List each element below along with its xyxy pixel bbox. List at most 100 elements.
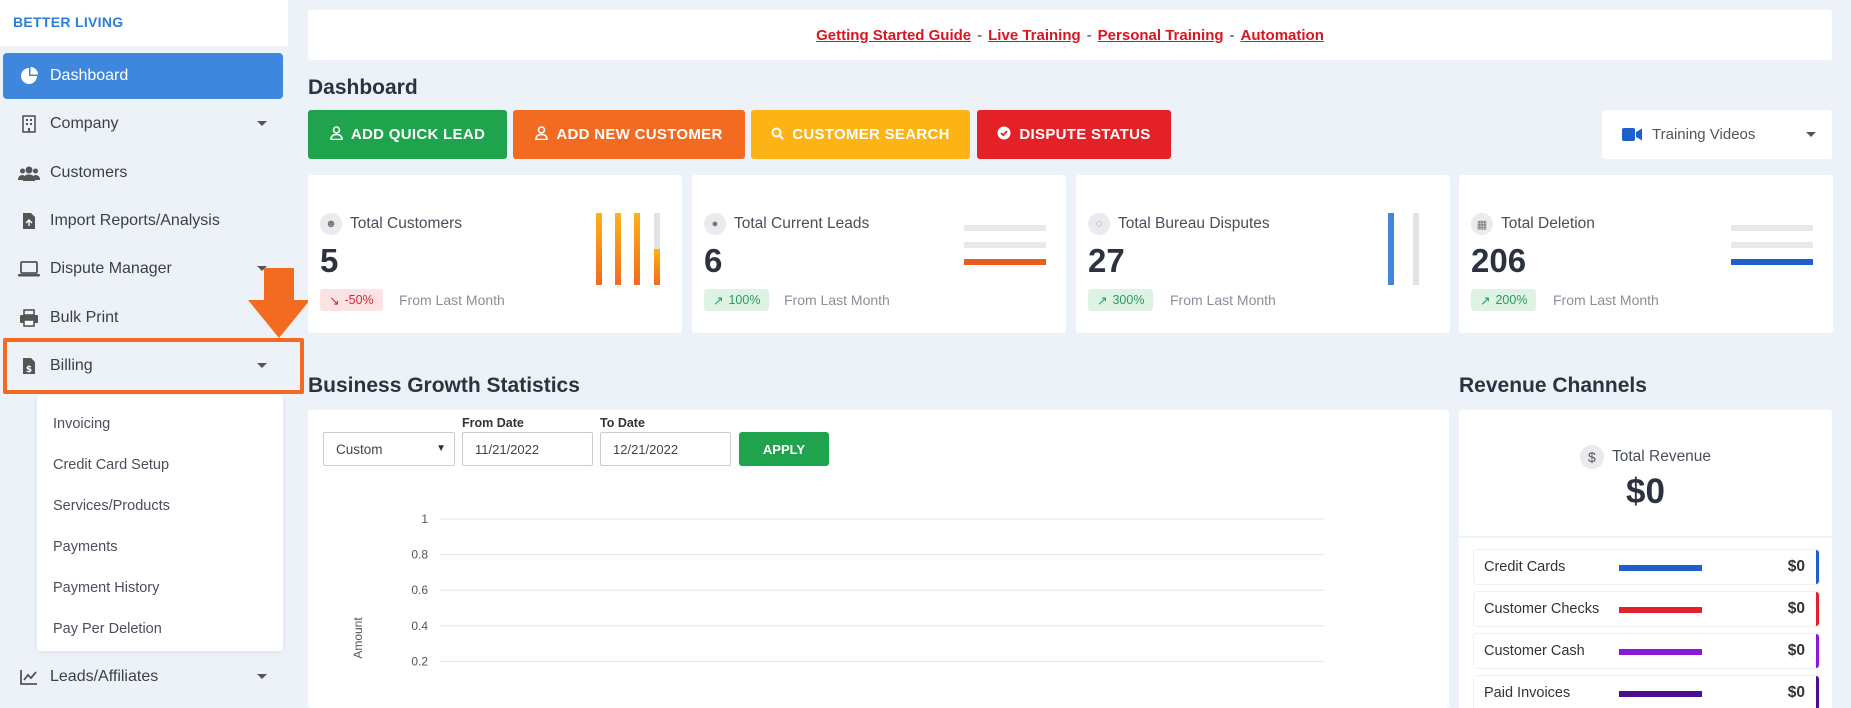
- button-label: ADD NEW CUSTOMER: [556, 126, 723, 143]
- channel-paid-invoices: Paid Invoices $0: [1474, 676, 1819, 708]
- apply-button[interactable]: APPLY: [739, 432, 829, 466]
- sidebar-item-label: Dashboard: [50, 67, 129, 84]
- period-select[interactable]: Custom ▼: [323, 432, 455, 466]
- automation-link[interactable]: Automation: [1241, 27, 1324, 44]
- card-label-row: ▦ Total Deletion: [1471, 213, 1595, 235]
- channel-credit-cards: Credit Cards $0: [1474, 550, 1819, 584]
- sidebar-item-label: Company: [50, 115, 119, 132]
- button-label: ADD QUICK LEAD: [350, 126, 486, 143]
- channel-accent: [1816, 550, 1819, 584]
- trend-value: 300%: [1112, 293, 1145, 307]
- trend-badge: ↗ 300%: [1088, 289, 1154, 311]
- search-icon: [771, 127, 784, 143]
- total-revenue-panel: $ Total Revenue $0: [1459, 410, 1832, 536]
- y-tick-label: 0.4: [411, 619, 428, 633]
- submenu-item-services-products[interactable]: Services/Products: [37, 485, 283, 526]
- customer-search-button[interactable]: CUSTOMER SEARCH: [751, 110, 970, 159]
- file-import-icon: [18, 210, 40, 232]
- trend-caption: From Last Month: [399, 292, 505, 308]
- mini-bar-chart: [596, 213, 660, 285]
- sidebar-item-leads-affiliates[interactable]: Leads/Affiliates: [3, 654, 283, 700]
- submenu-item-payments[interactable]: Payments: [37, 526, 283, 567]
- card-label-row: ● Total Current Leads: [704, 213, 869, 235]
- link-separator: -: [1229, 26, 1235, 44]
- channel-name: Customer Checks: [1484, 601, 1600, 617]
- check-circle-icon: [997, 126, 1011, 143]
- channel-customer-cash: Customer Cash $0: [1474, 634, 1819, 668]
- card-label: Total Bureau Disputes: [1118, 215, 1270, 232]
- button-label: DISPUTE STATUS: [1019, 126, 1151, 143]
- trend-caption: From Last Month: [1553, 292, 1659, 308]
- card-value: 27: [1088, 242, 1125, 279]
- to-date-input[interactable]: 12/21/2022: [600, 432, 731, 466]
- button-label: CUSTOMER SEARCH: [792, 126, 950, 143]
- users-icon: ●: [704, 213, 726, 235]
- channel-name: Credit Cards: [1484, 559, 1566, 575]
- users-icon: [18, 162, 40, 184]
- mini-bar-chart: [1388, 213, 1419, 285]
- comments-icon: ◌: [1088, 213, 1110, 235]
- triangle-down-icon: ▼: [436, 443, 446, 454]
- down-arrow-icon: [248, 268, 310, 338]
- channel-bar: [1619, 691, 1702, 697]
- trend-badge: ↘ -50%: [320, 289, 383, 311]
- sidebar-item-label: Bulk Print: [50, 309, 119, 326]
- chevron-down-icon: [257, 121, 267, 126]
- laptop-icon: [18, 258, 40, 280]
- sidebar-item-company[interactable]: Company: [3, 101, 283, 147]
- sidebar: BETTER LIVING Dashboard Company Customer…: [0, 0, 304, 708]
- chevron-down-icon: [1806, 132, 1816, 137]
- y-tick-label: 0.6: [411, 583, 428, 597]
- stat-card-total-bureau-disputes: ◌ Total Bureau Disputes 27 ↗ 300% From L…: [1076, 175, 1450, 333]
- user-icon: [535, 126, 549, 143]
- channel-amount: $0: [1787, 642, 1805, 659]
- trend-icon: ↗: [713, 293, 724, 308]
- channel-bar: [1619, 607, 1702, 613]
- personal-training-link[interactable]: Personal Training: [1098, 27, 1224, 44]
- trash-icon: ▦: [1471, 213, 1493, 235]
- sidebar-item-import-reports[interactable]: Import Reports/Analysis: [3, 198, 283, 244]
- page-title: Dashboard: [308, 76, 418, 99]
- sidebar-item-dispute-manager[interactable]: Dispute Manager: [3, 246, 283, 292]
- card-label-row: ☻ Total Customers: [320, 213, 462, 235]
- trend-icon: ↗: [1480, 293, 1491, 308]
- add-quick-lead-button[interactable]: ADD QUICK LEAD: [308, 110, 507, 159]
- brand-logo[interactable]: BETTER LIVING: [0, 0, 288, 46]
- trend-icon: ↗: [1097, 293, 1108, 308]
- sidebar-item-customers[interactable]: Customers: [3, 150, 283, 196]
- video-camera-icon: [1622, 128, 1642, 141]
- live-training-link[interactable]: Live Training: [988, 27, 1081, 44]
- revenue-title: Revenue Channels: [1459, 374, 1647, 397]
- submenu-item-pay-per-deletion[interactable]: Pay Per Deletion: [37, 608, 283, 649]
- channel-amount: $0: [1787, 558, 1805, 575]
- from-date-input[interactable]: 11/21/2022: [462, 432, 593, 466]
- sidebar-item-bulk-print[interactable]: Bulk Print: [3, 295, 283, 341]
- card-value: 206: [1471, 242, 1527, 279]
- channel-bar: [1619, 565, 1702, 571]
- add-new-customer-button[interactable]: ADD NEW CUSTOMER: [513, 110, 745, 159]
- trend-caption: From Last Month: [784, 292, 890, 308]
- card-label: Total Current Leads: [734, 215, 870, 232]
- total-revenue-label-row: $ Total Revenue: [1459, 445, 1832, 469]
- submenu-item-payment-history[interactable]: Payment History: [37, 567, 283, 608]
- y-tick-label: 1: [421, 512, 428, 526]
- top-links-bar: Getting Started Guide - Live Training - …: [308, 10, 1832, 60]
- training-videos-select[interactable]: Training Videos: [1602, 110, 1832, 159]
- channel-bar: [1619, 649, 1702, 655]
- chevron-down-icon: [257, 674, 267, 679]
- channel-accent: [1816, 634, 1819, 668]
- card-label-row: ◌ Total Bureau Disputes: [1088, 213, 1270, 235]
- sidebar-item-label: Import Reports/Analysis: [50, 212, 220, 229]
- sidebar-item-label: Dispute Manager: [50, 260, 172, 277]
- link-separator: -: [1086, 26, 1092, 44]
- training-videos-label: Training Videos: [1652, 126, 1756, 143]
- channel-name: Paid Invoices: [1484, 685, 1571, 701]
- stat-card-total-deletion: ▦ Total Deletion 206 ↗ 200% From Last Mo…: [1459, 175, 1833, 333]
- getting-started-link[interactable]: Getting Started Guide: [816, 27, 971, 44]
- building-icon: [18, 113, 40, 135]
- sidebar-item-dashboard[interactable]: Dashboard: [3, 53, 283, 99]
- submenu-item-invoicing[interactable]: Invoicing: [37, 403, 283, 444]
- dispute-status-button[interactable]: DISPUTE STATUS: [977, 110, 1171, 159]
- from-date-label: From Date: [462, 416, 524, 430]
- submenu-item-credit-card-setup[interactable]: Credit Card Setup: [37, 444, 283, 485]
